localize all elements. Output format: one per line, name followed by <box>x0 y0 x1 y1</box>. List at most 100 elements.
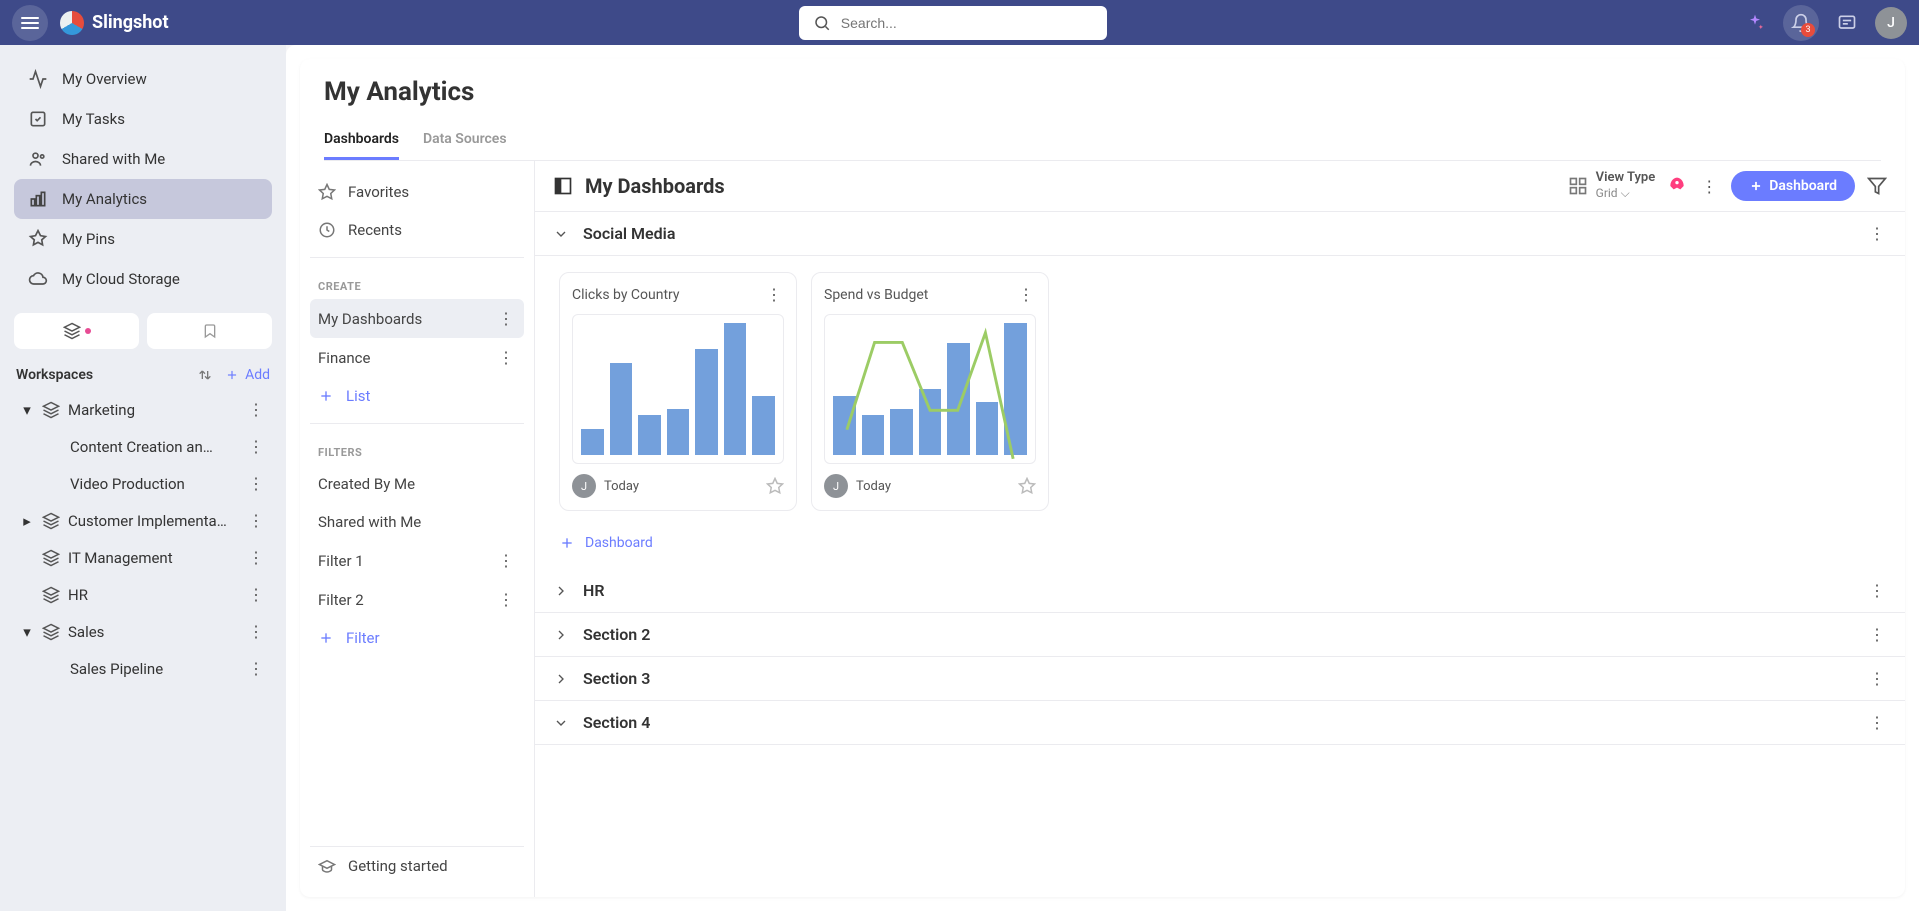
more-icon[interactable]: ⋮ <box>496 309 516 328</box>
section-row[interactable]: Section 2 ⋮ <box>535 613 1905 657</box>
chart-bar <box>1004 323 1027 455</box>
rocket-icon[interactable] <box>1667 176 1687 196</box>
filter-item[interactable]: Filter 1 ⋮ <box>310 541 524 580</box>
more-icon[interactable]: ⋮ <box>246 511 266 530</box>
sparkle-button[interactable] <box>1737 5 1773 41</box>
tab-data-sources[interactable]: Data Sources <box>423 123 507 160</box>
favorite-star-button[interactable] <box>766 477 784 495</box>
workspace-label: Content Creation an… <box>70 438 238 456</box>
sparkle-icon <box>1745 13 1765 33</box>
section-row[interactable]: HR⋮ <box>535 569 1905 613</box>
comments-button[interactable] <box>1829 5 1865 41</box>
chart-bar <box>610 363 633 455</box>
recents-item[interactable]: Recents <box>310 211 524 249</box>
card-chart <box>572 314 784 464</box>
section-title: Section 2 <box>583 625 1853 644</box>
card-timestamp: Today <box>856 479 1010 494</box>
main-area: My Analytics Dashboards Data Sources Fav… <box>286 45 1919 911</box>
sidebar-item-cloud[interactable]: My Cloud Storage <box>14 259 272 299</box>
filter-item[interactable]: Created By Me <box>310 465 524 503</box>
more-icon[interactable]: ⋮ <box>246 474 266 493</box>
getting-started-item[interactable]: Getting started <box>310 847 524 885</box>
list-my-dashboards[interactable]: My Dashboards ⋮ <box>310 299 524 338</box>
list-label: My Dashboards <box>318 310 422 328</box>
cloud-icon <box>28 269 48 289</box>
layers-toggle-button[interactable] <box>14 313 139 349</box>
sidebar-item-overview[interactable]: My Overview <box>14 59 272 99</box>
sidebar-item-pins[interactable]: My Pins <box>14 219 272 259</box>
header-more-button[interactable]: ⋮ <box>1699 177 1719 196</box>
recents-label: Recents <box>348 221 402 239</box>
section-social-media[interactable]: Social Media ⋮ <box>535 212 1905 256</box>
brand-logo[interactable]: Slingshot <box>60 11 169 35</box>
section-more-button[interactable]: ⋮ <box>1867 669 1887 688</box>
bookmark-toggle-button[interactable] <box>147 313 272 349</box>
section-more-button[interactable]: ⋮ <box>1867 713 1887 732</box>
check-square-icon <box>28 109 48 129</box>
top-bar: Slingshot 3 J <box>0 0 1919 45</box>
workspace-item[interactable]: ▸Customer Implementa…⋮ <box>14 502 272 539</box>
plus-icon <box>225 368 239 382</box>
workspace-item[interactable]: HR⋮ <box>14 576 272 613</box>
more-icon[interactable]: ⋮ <box>246 585 266 604</box>
card-title: Clicks by Country <box>572 287 680 303</box>
sidebar-item-shared[interactable]: Shared with Me <box>14 139 272 179</box>
chevron-right-icon <box>553 671 569 687</box>
search-input[interactable] <box>841 15 1093 31</box>
pin-icon <box>28 229 48 249</box>
filter-item[interactable]: Filter 2⋮ <box>310 580 524 619</box>
section-row[interactable]: Section 4⋮ <box>535 701 1905 745</box>
dashboard-card-clicks[interactable]: Clicks by Country ⋮ J Today <box>559 272 797 511</box>
favorite-star-button[interactable] <box>1018 477 1036 495</box>
filter-label: Filter 1 <box>318 552 364 570</box>
filter-item[interactable]: Shared with Me <box>310 503 524 541</box>
add-filter-button[interactable]: Filter <box>310 619 524 657</box>
clock-icon <box>318 221 336 239</box>
dashboard-card-spend[interactable]: Spend vs Budget ⋮ J Today <box>811 272 1049 511</box>
favorites-item[interactable]: Favorites <box>310 173 524 211</box>
section-more-button[interactable]: ⋮ <box>1867 224 1887 243</box>
section-more-button[interactable]: ⋮ <box>1867 581 1887 600</box>
add-list-button[interactable]: List <box>310 377 524 415</box>
add-list-label: List <box>346 387 370 405</box>
view-type-picker[interactable]: View Type Grid ⌵ <box>1568 171 1656 200</box>
lists-panel: Favorites Recents CREATE My Dashboards ⋮… <box>300 161 535 897</box>
card-timestamp: Today <box>604 479 758 494</box>
card-more-button[interactable]: ⋮ <box>1016 285 1036 304</box>
workspace-item[interactable]: ▾Marketing⋮ <box>14 391 272 428</box>
section-row[interactable]: Section 3⋮ <box>535 657 1905 701</box>
more-icon[interactable]: ⋮ <box>246 437 266 456</box>
add-workspace-button[interactable]: Add <box>225 367 270 383</box>
workspace-item[interactable]: ▾Sales⋮ <box>14 613 272 650</box>
workspace-child-item[interactable]: Video Production⋮ <box>14 465 272 502</box>
notifications-button[interactable]: 3 <box>1783 5 1819 41</box>
workspace-item[interactable]: IT Management⋮ <box>14 539 272 576</box>
add-dashboard-button[interactable]: Dashboard <box>535 527 1905 569</box>
list-finance[interactable]: Finance ⋮ <box>310 338 524 377</box>
tab-dashboards[interactable]: Dashboards <box>324 123 399 160</box>
more-icon[interactable]: ⋮ <box>246 548 266 567</box>
sidebar-item-label: My Tasks <box>62 110 125 128</box>
section-more-button[interactable]: ⋮ <box>1867 625 1887 644</box>
more-icon[interactable]: ⋮ <box>246 400 266 419</box>
menu-toggle-button[interactable] <box>12 5 48 41</box>
filter-icon[interactable] <box>1867 176 1887 196</box>
more-icon[interactable]: ⋮ <box>496 348 516 367</box>
workspaces-list: ▾Marketing⋮Content Creation an…⋮Video Pr… <box>14 391 272 687</box>
card-more-button[interactable]: ⋮ <box>764 285 784 304</box>
sort-icon[interactable] <box>197 367 213 383</box>
search-box[interactable] <box>799 6 1107 40</box>
more-icon[interactable]: ⋮ <box>496 590 516 609</box>
more-icon[interactable]: ⋮ <box>246 659 266 678</box>
more-icon[interactable]: ⋮ <box>246 622 266 641</box>
sidebar-item-label: My Cloud Storage <box>62 270 180 288</box>
new-dashboard-button[interactable]: Dashboard <box>1731 171 1855 201</box>
more-icon[interactable]: ⋮ <box>496 551 516 570</box>
workspace-label: Sales <box>68 623 238 641</box>
workspace-child-item[interactable]: Sales Pipeline⋮ <box>14 650 272 687</box>
sidebar-item-tasks[interactable]: My Tasks <box>14 99 272 139</box>
user-avatar[interactable]: J <box>1875 7 1907 39</box>
sidebar-item-analytics[interactable]: My Analytics <box>14 179 272 219</box>
workspace-child-item[interactable]: Content Creation an… ⋮ <box>14 428 272 465</box>
dashboards-header: My Dashboards View Type Grid ⌵ ⋮ <box>535 161 1905 212</box>
